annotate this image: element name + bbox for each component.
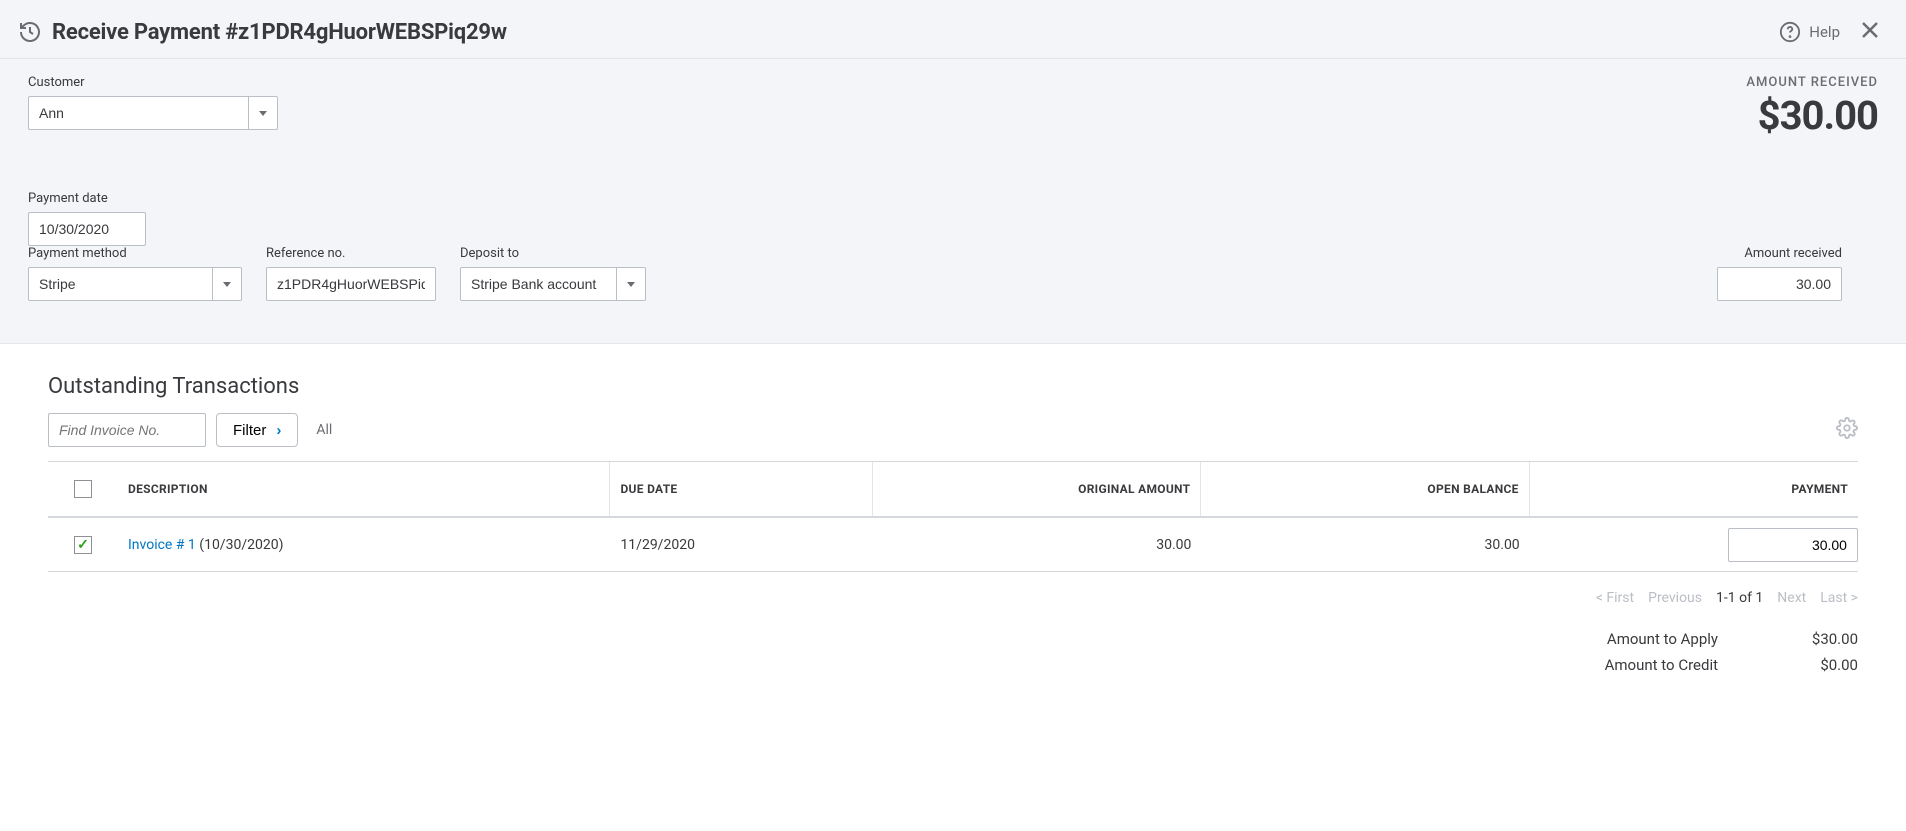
- deposit-to-dropdown-button[interactable]: [616, 267, 646, 301]
- invoice-date: (10/30/2020): [199, 537, 283, 553]
- payment-input[interactable]: [1728, 528, 1858, 562]
- help-label: Help: [1809, 23, 1840, 41]
- close-icon: [1858, 18, 1882, 42]
- table-settings-button[interactable]: [1836, 417, 1858, 443]
- deposit-to-field: Deposit to: [460, 246, 646, 301]
- cell-due-date: 11/29/2020: [610, 537, 873, 553]
- cell-original-amount: 30.00: [873, 537, 1201, 553]
- chevron-down-icon: [259, 111, 267, 116]
- amount-to-credit-value: $0.00: [1788, 656, 1858, 674]
- cell-payment: [1530, 528, 1858, 562]
- amount-to-apply-label: Amount to Apply: [1607, 630, 1718, 648]
- payment-method-label: Payment method: [28, 246, 242, 261]
- reference-label: Reference no.: [266, 246, 436, 261]
- col-payment: PAYMENT: [1530, 462, 1858, 516]
- pager-first[interactable]: < First: [1596, 590, 1634, 606]
- amount-received-summary: AMOUNT RECEIVED $30.00: [1746, 75, 1878, 139]
- filter-all-label: All: [316, 422, 332, 438]
- reference-input[interactable]: [266, 267, 436, 301]
- chevron-down-icon: [223, 282, 231, 287]
- col-open-balance: OPEN BALANCE: [1201, 462, 1529, 516]
- customer-label: Customer: [28, 75, 278, 90]
- amount-received-input-label: Amount received: [1717, 246, 1842, 261]
- pager-next[interactable]: Next: [1777, 590, 1806, 606]
- customer-input[interactable]: [28, 96, 248, 130]
- deposit-to-label: Deposit to: [460, 246, 646, 261]
- amount-received-field: Amount received: [1717, 246, 1842, 301]
- outstanding-section: Outstanding Transactions Filter › All DE…: [0, 344, 1906, 674]
- close-button[interactable]: [1858, 18, 1882, 46]
- col-original-amount: ORIGINAL AMOUNT: [873, 462, 1201, 516]
- payment-date-label: Payment date: [28, 191, 146, 206]
- reference-field: Reference no.: [266, 246, 436, 301]
- col-due-date: DUE DATE: [610, 462, 873, 516]
- amount-received-summary-label: AMOUNT RECEIVED: [1746, 75, 1878, 90]
- pager-previous[interactable]: Previous: [1648, 590, 1702, 606]
- totals: Amount to Apply $30.00 Amount to Credit …: [48, 630, 1858, 674]
- payment-date-field: Payment date: [28, 191, 146, 246]
- customer-dropdown-button[interactable]: [248, 96, 278, 130]
- filters-row: Filter › All: [48, 413, 1858, 447]
- outstanding-table: DESCRIPTION DUE DATE ORIGINAL AMOUNT OPE…: [48, 461, 1858, 572]
- filter-label: Filter: [233, 422, 266, 439]
- table-row: Invoice # 1 (10/30/2020) 11/29/2020 30.0…: [48, 518, 1858, 572]
- amount-to-apply-value: $30.00: [1788, 630, 1858, 648]
- payment-method-dropdown-button[interactable]: [212, 267, 242, 301]
- filter-button[interactable]: Filter ›: [216, 413, 298, 447]
- row-checkbox[interactable]: [74, 536, 92, 554]
- amount-to-credit-label: Amount to Credit: [1605, 656, 1718, 674]
- top-bar: Receive Payment #z1PDR4gHuorWEBSPiq29w H…: [0, 0, 1906, 59]
- select-all-checkbox[interactable]: [74, 480, 92, 498]
- help-button[interactable]: Help: [1779, 21, 1840, 43]
- help-icon: [1779, 21, 1801, 43]
- chevron-right-icon: ›: [276, 422, 281, 439]
- pager: < First Previous 1-1 of 1 Next Last >: [48, 590, 1858, 606]
- payment-method-field: Payment method: [28, 246, 242, 301]
- pager-range: 1-1 of 1: [1716, 590, 1763, 606]
- cell-open-balance: 30.00: [1201, 537, 1529, 553]
- header-section: Customer AMOUNT RECEIVED $30.00 Payment …: [0, 59, 1906, 344]
- find-invoice-input[interactable]: [48, 413, 206, 447]
- gear-icon: [1836, 417, 1858, 439]
- customer-field: Customer: [28, 75, 278, 130]
- cell-description: Invoice # 1 (10/30/2020): [118, 537, 610, 553]
- pager-last[interactable]: Last >: [1820, 590, 1858, 606]
- invoice-link[interactable]: Invoice # 1: [128, 537, 196, 553]
- payment-date-input[interactable]: [28, 212, 146, 246]
- table-header: DESCRIPTION DUE DATE ORIGINAL AMOUNT OPE…: [48, 462, 1858, 518]
- history-icon[interactable]: [18, 20, 42, 44]
- col-description: DESCRIPTION: [118, 462, 610, 516]
- amount-received-input[interactable]: [1717, 267, 1842, 301]
- amount-received-summary-value: $30.00: [1746, 92, 1878, 139]
- payment-method-input[interactable]: [28, 267, 212, 301]
- outstanding-title: Outstanding Transactions: [48, 374, 1858, 399]
- chevron-down-icon: [627, 282, 635, 287]
- page-title: Receive Payment #z1PDR4gHuorWEBSPiq29w: [52, 20, 1779, 45]
- deposit-to-input[interactable]: [460, 267, 616, 301]
